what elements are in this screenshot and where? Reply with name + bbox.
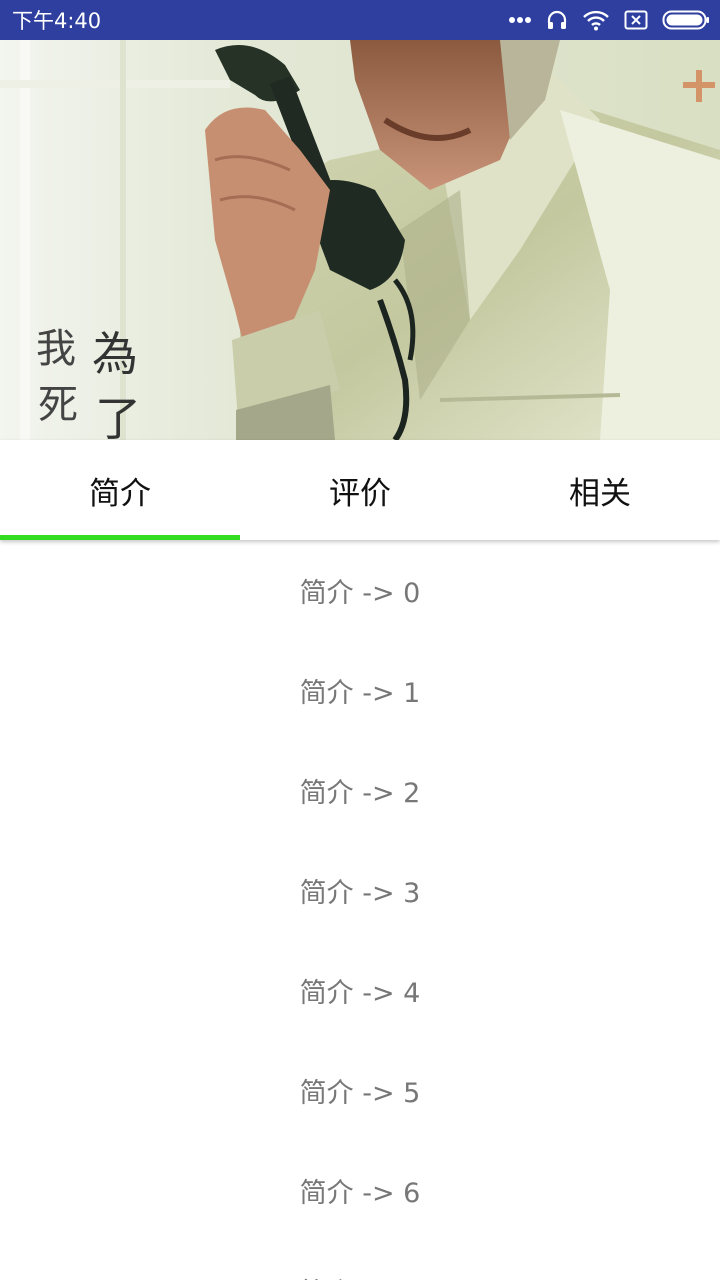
wifi-icon <box>582 9 610 31</box>
tab-intro-label: 简介 <box>89 475 151 512</box>
header-photo-graphic: 為 了 我 死 <box>0 40 720 440</box>
tab-reviews-label: 评价 <box>329 475 391 512</box>
list-item[interactable]: 简介 -> 4 <box>0 940 720 1040</box>
list-item[interactable]: 简介 -> 2 <box>0 740 720 840</box>
status-icons <box>508 9 710 31</box>
list-item[interactable]: 简介 -> 5 <box>0 1040 720 1140</box>
list-item[interactable]: 简介 -> 6 <box>0 1140 720 1240</box>
tab-related-label: 相关 <box>569 475 631 512</box>
header-photo: 為 了 我 死 <box>0 40 720 440</box>
headset-icon <box>546 9 568 31</box>
calligraphy-char-1: 為 <box>92 327 138 381</box>
content-list[interactable]: 简介 -> 0 简介 -> 1 简介 -> 2 简介 -> 3 简介 -> 4 … <box>0 540 720 1280</box>
more-dots-icon <box>508 16 532 24</box>
tab-bar: 简介 评价 相关 <box>0 440 720 540</box>
battery-icon <box>662 9 710 31</box>
list-item[interactable]: 简介 -> 7 <box>0 1240 720 1280</box>
list-item[interactable]: 简介 -> 3 <box>0 840 720 940</box>
list-item[interactable]: 简介 -> 0 <box>0 540 720 640</box>
calligraphy-char-2: 了 <box>95 392 141 440</box>
list-item[interactable]: 简介 -> 1 <box>0 640 720 740</box>
status-time: 下午4:40 <box>12 9 102 33</box>
calligraphy-char-4: 死 <box>38 382 78 428</box>
tab-indicator <box>0 535 240 540</box>
tab-reviews[interactable]: 评价 <box>240 440 480 540</box>
tab-intro[interactable]: 简介 <box>0 440 240 540</box>
calligraphy-char-3: 我 <box>36 326 76 372</box>
tab-related[interactable]: 相关 <box>480 440 720 540</box>
status-bar: 下午4:40 <box>0 0 720 40</box>
sim-x-icon <box>624 10 648 30</box>
